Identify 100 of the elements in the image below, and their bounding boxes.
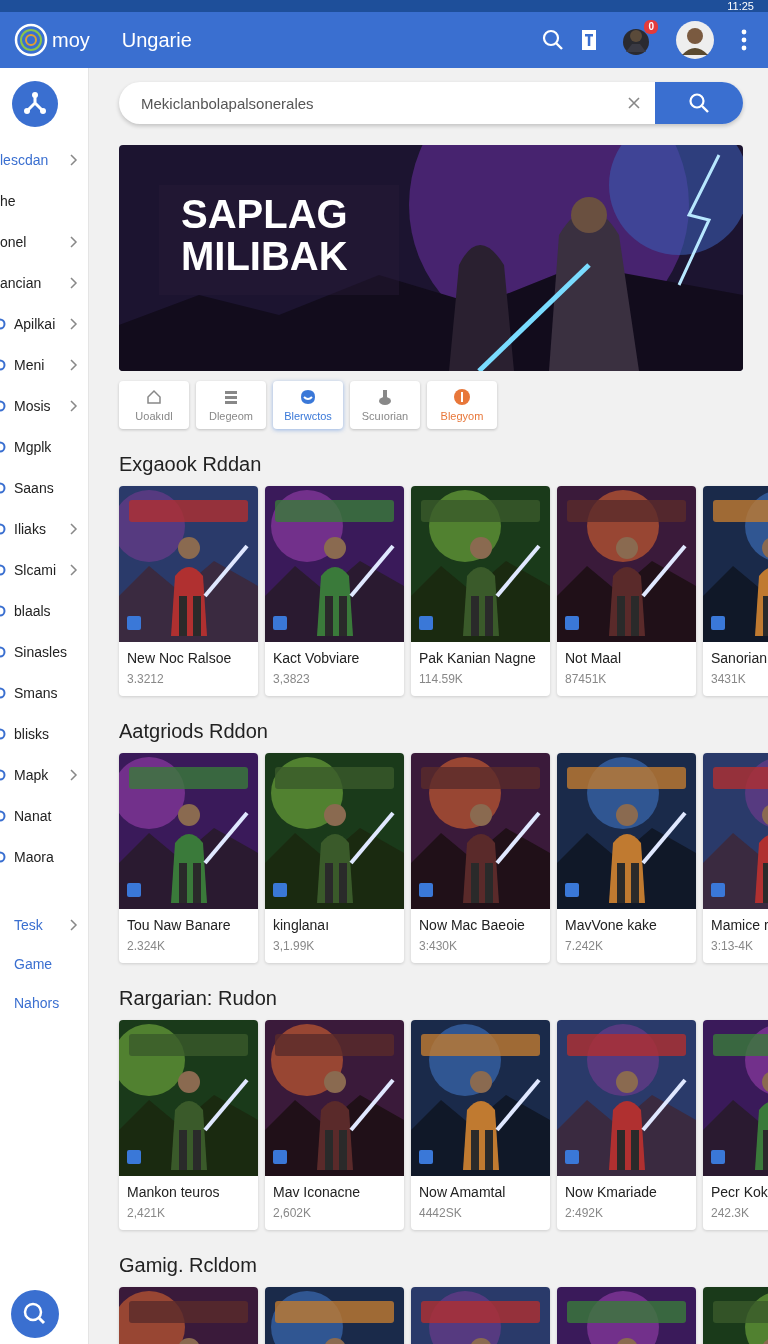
game-card[interactable]: Pak Kanian Nagne 114.59K [411, 486, 550, 696]
game-title: kinglanaı [273, 917, 331, 933]
game-card[interactable]: Sanorian 3431K [703, 486, 768, 696]
game-card[interactable]: MavVone kake 7.242K [557, 753, 696, 963]
clock-time: 11:25 [727, 0, 754, 12]
download-count: 3:13-4K [711, 939, 755, 953]
banner-title: SAPLAG MILIBAK [181, 193, 349, 277]
sidebar-item[interactable]: he [0, 180, 88, 221]
game-title: Mav Iconacne [273, 1184, 362, 1200]
game-title: Mamice r [711, 917, 768, 933]
download-count: 242.3K [711, 1206, 751, 1220]
download-count: 3:430K [419, 939, 459, 953]
game-title: Now Mac Baeoie [419, 917, 526, 933]
game-title: Pecr Kok [711, 1184, 768, 1200]
download-count: 4442SK [419, 1206, 463, 1220]
sidebar-item[interactable]: Maora [0, 836, 88, 877]
download-count: 3,1.99K [273, 939, 316, 953]
section-title: Aatgriods Rddon [119, 720, 269, 743]
search-field[interactable]: Mekiclanbolapalsonerales [119, 82, 627, 124]
download-count: 2:492K [565, 1206, 605, 1220]
sidebar-link[interactable]: Nahors [0, 983, 88, 1022]
sidebar-item[interactable]: lescdan [0, 139, 88, 180]
download-count: 2,602K [273, 1206, 313, 1220]
search-bar[interactable]: Mekiclanbolapalsonerales [119, 82, 743, 124]
download-count: 2.324K [127, 939, 167, 953]
game-title: Now Amamtal [419, 1184, 507, 1200]
sidebar-item[interactable]: Mosis [0, 385, 88, 426]
game-card[interactable]: Mav Iconacne 2,602K [265, 1020, 404, 1230]
chevron-icon [70, 317, 78, 330]
chevron-icon [70, 276, 78, 289]
sidebar-item[interactable]: Meni [0, 344, 88, 385]
chevron-icon [70, 768, 78, 781]
download-count: 3,3823 [273, 672, 311, 686]
game-card[interactable]: Now Mac Baeoie 3:430K [411, 753, 550, 963]
game-title: Mankon teuros [127, 1184, 221, 1200]
sidebar-item[interactable]: Slcami [0, 549, 88, 590]
sidebar-item[interactable]: Mapk [0, 754, 88, 795]
sidebar-item[interactable]: Iliaks [0, 508, 88, 549]
chevron-icon [70, 235, 78, 248]
sidebar-item[interactable]: Sinasles [0, 631, 88, 672]
game-title: Not Maal [565, 650, 623, 666]
sidebar-item[interactable]: onel [0, 221, 88, 262]
game-card[interactable]: Tou Naw Banare 2.324K [119, 753, 258, 963]
logo-text: moy [52, 28, 90, 52]
game-card[interactable]: Not Maal 87451K [557, 486, 696, 696]
game-title: New Noc Ralsoe [127, 650, 233, 666]
section-title: Exgaook Rddan [119, 453, 263, 476]
mask-icon [299, 388, 317, 406]
sidebar-item[interactable]: Smans [0, 672, 88, 713]
avatar[interactable] [676, 21, 714, 59]
game-card[interactable]: Mamice r 3:13-4K [703, 753, 768, 963]
list-icon [222, 388, 240, 406]
sidebar-item[interactable]: Apilkai [0, 303, 88, 344]
page-title: Ungarie [121, 28, 193, 52]
chevron-icon [70, 522, 78, 535]
game-title: Kact Vobviare [273, 650, 361, 666]
category-tab[interactable]: Uoakıdl [119, 381, 189, 429]
category-tab[interactable]: Scuıorian [350, 381, 420, 429]
download-count: 7.242K [565, 939, 605, 953]
sidebar-item[interactable]: blaals [0, 590, 88, 631]
joystick-icon [376, 388, 394, 406]
sidebar-link[interactable]: Game [0, 944, 88, 983]
game-title: Sanorian [711, 650, 768, 666]
download-count: 3.3212 [127, 672, 165, 686]
download-count: 114.59K [419, 672, 464, 686]
notification-badge: 0 [644, 20, 658, 34]
category-tab[interactable]: Dlegeom [196, 381, 266, 429]
game-card[interactable]: kinglanaı 3,1.99K [265, 753, 404, 963]
section-title: Rargarian: Rudon [119, 987, 278, 1010]
game-title: Tou Naw Banare [127, 917, 232, 933]
sidebar-item[interactable]: Nanat [0, 795, 88, 836]
share-button[interactable] [12, 81, 58, 127]
game-card[interactable]: Kact Vobviare 3,3823 [265, 486, 404, 696]
category-tab[interactable]: Blerwctos [273, 381, 343, 429]
search-button[interactable] [655, 82, 743, 124]
sidebar-item[interactable]: Mgplk [0, 426, 88, 467]
home-icon [145, 388, 163, 406]
search-button[interactable] [11, 1290, 59, 1338]
game-title: MavVone kake [565, 917, 658, 933]
chevron-icon [70, 153, 78, 166]
chevron-icon [70, 399, 78, 412]
game-card[interactable]: Pecr Kok 242.3K [703, 1020, 768, 1230]
search-icon [688, 92, 710, 114]
game-card[interactable]: Now Amamtal 4442SK [411, 1020, 550, 1230]
sidebar-item[interactable]: Saans [0, 467, 88, 508]
chevron-icon [70, 358, 78, 371]
spiral-logo-icon [14, 23, 48, 57]
game-card[interactable]: Now Kmariade 2:492K [557, 1020, 696, 1230]
sidebar-item[interactable]: ancian [0, 262, 88, 303]
sidebar-link[interactable]: Tesk [0, 905, 88, 944]
alert-icon [453, 388, 471, 406]
download-count: 2,421K [127, 1206, 167, 1220]
game-card[interactable]: New Noc Ralsoe 3.3212 [119, 486, 258, 696]
chevron-icon [70, 563, 78, 576]
download-count: 87451K [565, 672, 608, 686]
section-title: Gamig. Rcldom [119, 1254, 258, 1277]
sidebar-item[interactable]: blisks [0, 713, 88, 754]
download-count: 3431K [711, 672, 747, 686]
close-icon[interactable] [627, 96, 641, 110]
game-card[interactable]: Mankon teuros 2,421K [119, 1020, 258, 1230]
